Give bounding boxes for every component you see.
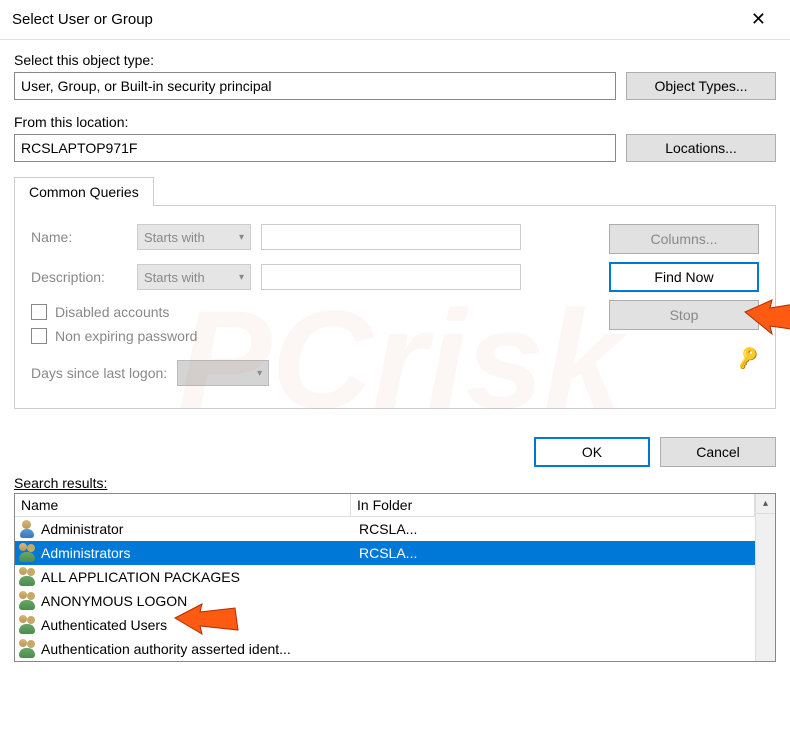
chevron-down-icon: ▾ [257, 368, 262, 379]
days-since-logon-select[interactable]: ▾ [177, 360, 269, 386]
row-name: Authentication authority asserted ident.… [39, 641, 353, 657]
group-icon [17, 567, 37, 587]
non-expiring-label: Non expiring password [55, 328, 197, 344]
row-folder: RCSLA... [353, 521, 755, 537]
ok-button[interactable]: OK [534, 437, 650, 467]
stop-button[interactable]: Stop [609, 300, 759, 330]
titlebar: Select User or Group ✕ [0, 0, 790, 40]
name-mode-value: Starts with [144, 230, 205, 245]
row-name: Administrator [39, 521, 353, 537]
chevron-down-icon: ▾ [239, 232, 244, 243]
search-results-label: Search results: [14, 475, 776, 491]
user-icon [17, 519, 37, 539]
table-row[interactable]: ANONYMOUS LOGON [15, 589, 755, 613]
cancel-button[interactable]: Cancel [660, 437, 776, 467]
location-input[interactable]: RCSLAPTOP971F [14, 134, 616, 162]
group-icon [17, 591, 37, 611]
find-now-button[interactable]: Find Now [609, 262, 759, 292]
column-header-folder[interactable]: In Folder [351, 494, 755, 516]
table-row[interactable]: Authentication authority asserted ident.… [15, 637, 755, 661]
locations-button[interactable]: Locations... [626, 134, 776, 162]
object-type-label: Select this object type: [14, 52, 776, 68]
group-icon [17, 639, 37, 659]
non-expiring-checkbox[interactable] [31, 328, 47, 344]
description-mode-value: Starts with [144, 270, 205, 285]
disabled-accounts-label: Disabled accounts [55, 304, 169, 320]
search-icon: 🔑 [734, 345, 761, 371]
description-filter-input[interactable] [261, 264, 521, 290]
description-mode-select[interactable]: Starts with ▾ [137, 264, 251, 290]
table-row[interactable]: AdministratorsRCSLA... [15, 541, 755, 565]
results-header: Name In Folder [15, 494, 755, 517]
description-filter-label: Description: [31, 269, 127, 285]
scroll-track[interactable] [756, 514, 775, 661]
window-title: Select User or Group [12, 11, 739, 28]
table-row[interactable]: Authenticated Users [15, 613, 755, 637]
group-icon [17, 543, 37, 563]
row-folder: RCSLA... [353, 545, 755, 561]
row-name: ANONYMOUS LOGON [39, 593, 353, 609]
object-type-input[interactable]: User, Group, or Built-in security princi… [14, 72, 616, 100]
results-table: Name In Folder AdministratorRCSLA...Admi… [14, 493, 776, 662]
object-types-button[interactable]: Object Types... [626, 72, 776, 100]
group-icon [17, 615, 37, 635]
row-name: ALL APPLICATION PACKAGES [39, 569, 353, 585]
days-since-logon-label: Days since last logon: [31, 365, 167, 381]
name-mode-select[interactable]: Starts with ▾ [137, 224, 251, 250]
table-row[interactable]: ALL APPLICATION PACKAGES [15, 565, 755, 589]
scrollbar[interactable]: ▴ [755, 494, 775, 661]
name-filter-label: Name: [31, 229, 127, 245]
close-icon[interactable]: ✕ [739, 5, 778, 34]
table-row[interactable]: AdministratorRCSLA... [15, 517, 755, 541]
name-filter-input[interactable] [261, 224, 521, 250]
columns-button[interactable]: Columns... [609, 224, 759, 254]
chevron-down-icon: ▾ [239, 272, 244, 283]
column-header-name[interactable]: Name [15, 494, 351, 516]
scroll-up-icon[interactable]: ▴ [756, 494, 775, 514]
disabled-accounts-checkbox[interactable] [31, 304, 47, 320]
location-label: From this location: [14, 114, 776, 130]
row-name: Authenticated Users [39, 617, 353, 633]
row-name: Administrators [39, 545, 353, 561]
tab-common-queries[interactable]: Common Queries [14, 177, 154, 206]
